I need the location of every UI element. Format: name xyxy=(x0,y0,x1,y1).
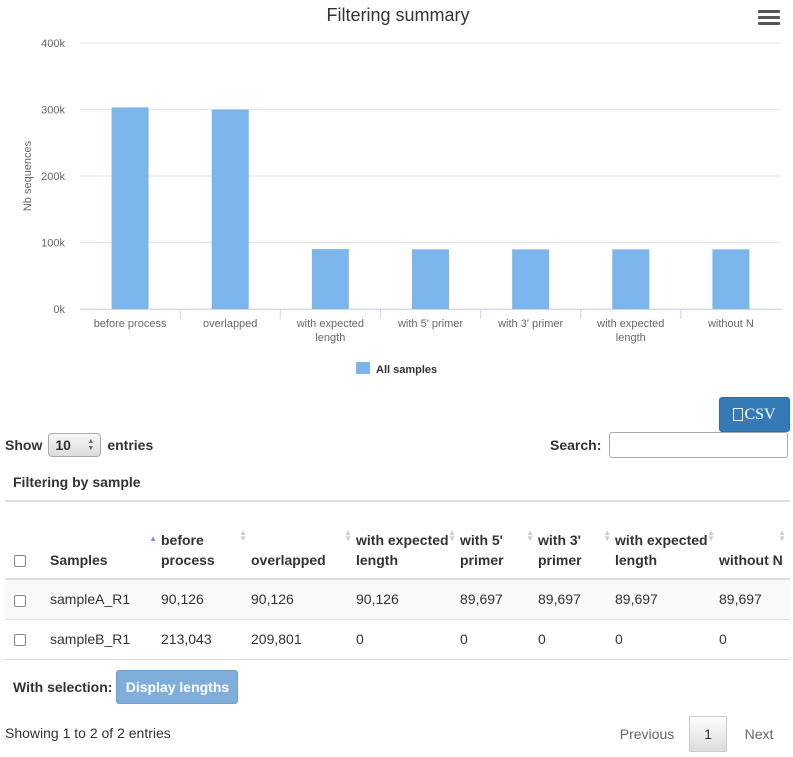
table-cell: 89,697 xyxy=(615,591,658,608)
y-tick-label: 200k xyxy=(41,171,65,183)
table-cell: sampleB_R1 xyxy=(50,631,131,647)
x-tick-label: with 5' primer xyxy=(397,318,463,330)
table-cell: 0 xyxy=(460,631,468,647)
display-lengths-button[interactable]: Display lengths xyxy=(116,670,239,704)
bar xyxy=(412,249,449,309)
csv-export-button[interactable]: CSV xyxy=(719,397,790,432)
x-tick-label: overlapped xyxy=(203,318,257,330)
hamburger-icon-line xyxy=(758,10,780,13)
bar xyxy=(111,107,149,310)
filtering-summary-chart: Filtering summary 0k 100k 200k 300k 400k Nb se… xyxy=(0,0,793,390)
sort-icon: ▲ ▼ xyxy=(239,528,247,543)
sort-icon: ▲ ▼ xyxy=(344,528,352,543)
x-tick-label: with expected length xyxy=(296,318,364,344)
sort-icon: ▲ ▼ xyxy=(603,528,611,543)
bar xyxy=(211,109,249,309)
table-cell: 90,126 xyxy=(251,591,294,608)
hamburger-icon-line xyxy=(758,22,780,25)
next-page-button[interactable]: Next xyxy=(727,726,791,742)
select-arrows-icon: ▲ ▼ xyxy=(87,438,95,452)
filtering-table: Samples ▲ before process ▲ ▼ overlapped ▲ ▼ w… xyxy=(5,500,790,660)
table-row: sampleB_R1 213,043 209,801 0 0 0 0 0 xyxy=(5,619,790,659)
search-label: Search: xyxy=(550,437,602,453)
show-label: Show xyxy=(5,437,43,453)
sort-icon: ▲ ▼ xyxy=(707,528,715,543)
column-header[interactable]: before process ▲ ▼ xyxy=(161,501,251,579)
file-icon xyxy=(733,408,744,421)
y-axis-label: Nb sequences xyxy=(22,140,34,211)
column-header[interactable]: overlapped ▲ ▼ xyxy=(251,501,356,579)
table-title: Filtering by sample xyxy=(13,474,141,490)
previous-page-button[interactable]: Previous xyxy=(605,726,689,742)
sort-icon: ▲ ▼ xyxy=(448,528,456,543)
page-button-1[interactable]: 1 xyxy=(689,716,727,752)
table-cell: 89,697 xyxy=(460,591,503,608)
column-header[interactable]: without N ▲ ▼ xyxy=(719,501,790,579)
x-tick-label: before process xyxy=(94,318,167,330)
legend-swatch xyxy=(356,362,370,374)
bar xyxy=(311,249,349,309)
y-tick-label: 0k xyxy=(53,304,65,316)
chart-menu-button[interactable] xyxy=(758,10,780,28)
bar xyxy=(512,249,550,309)
bar xyxy=(612,249,650,309)
row-checkbox[interactable] xyxy=(14,634,26,647)
column-header[interactable]: with 5' primer ▲ ▼ xyxy=(460,501,538,579)
sort-icon: ▲ ▼ xyxy=(778,528,786,543)
bar xyxy=(712,249,750,309)
select-all-checkbox[interactable] xyxy=(14,555,26,568)
with-selection-label: With selection: xyxy=(13,679,113,695)
table-cell: sampleA_R1 xyxy=(50,591,131,608)
sort-icon: ▲ ▼ xyxy=(526,528,534,543)
x-tick-label: with expected length xyxy=(596,318,664,344)
search-control: Search: xyxy=(550,432,789,458)
column-header[interactable]: with expected length ▲ ▼ xyxy=(356,501,460,579)
sort-asc-icon: ▲ xyxy=(149,534,157,543)
entries-label: entries xyxy=(107,437,154,453)
legend-label: All samples xyxy=(376,364,437,376)
csv-button-label: CSV xyxy=(744,405,776,423)
row-select-cell xyxy=(5,579,50,619)
table-cell: 89,697 xyxy=(538,591,581,608)
column-header[interactable]: with 3' primer ▲ ▼ xyxy=(538,501,615,579)
table-cell: 0 xyxy=(719,631,727,647)
x-tick-label: with 3' primer xyxy=(497,318,563,330)
table-header-row: Samples ▲ before process ▲ ▼ overlapped ▲ ▼ w… xyxy=(5,501,790,579)
select-all-header xyxy=(5,501,50,579)
table-cell: 213,043 xyxy=(161,631,212,647)
y-tick-label: 400k xyxy=(41,38,65,50)
row-select-cell xyxy=(5,619,50,659)
y-tick-label: 100k xyxy=(41,238,65,250)
page-length-control: Show 10 ▲ ▼ entries xyxy=(5,432,153,458)
table-cell: 209,801 xyxy=(251,631,302,647)
table-cell: 90,126 xyxy=(356,591,399,608)
column-header[interactable]: with expected length ▲ ▼ xyxy=(615,501,719,579)
pagination: Previous 1 Next xyxy=(605,716,791,752)
page-length-select[interactable]: 10 ▲ ▼ xyxy=(48,433,102,457)
table-cell: 0 xyxy=(615,631,623,647)
table-row: sampleA_R1 90,126 90,126 90,126 89,697 8… xyxy=(5,579,790,619)
bar-chart-svg: Filtering summary 0k 100k 200k 300k 400k Nb se… xyxy=(22,5,781,376)
table-cell: 89,697 xyxy=(719,591,762,608)
table-cell: 0 xyxy=(356,631,364,647)
table-info: Showing 1 to 2 of 2 entries xyxy=(5,725,171,741)
row-checkbox[interactable] xyxy=(14,594,26,607)
table-cell: 90,126 xyxy=(161,591,204,608)
x-tick-label: without N xyxy=(707,318,754,330)
column-header[interactable]: Samples ▲ xyxy=(50,501,161,579)
table-cell: 0 xyxy=(538,631,546,647)
selection-actions: With selection: Display lengths xyxy=(13,670,239,704)
chart-title: Filtering summary xyxy=(326,5,469,25)
y-tick-label: 300k xyxy=(41,105,65,117)
page-length-value: 10 xyxy=(55,437,71,453)
hamburger-icon-line xyxy=(758,16,780,19)
search-input[interactable] xyxy=(609,432,789,458)
